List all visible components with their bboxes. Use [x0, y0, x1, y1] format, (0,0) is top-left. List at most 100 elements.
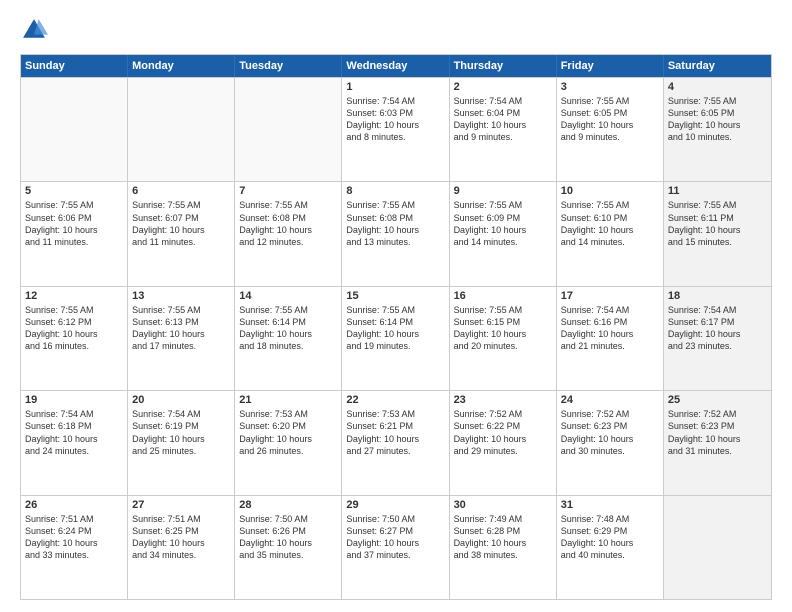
day-number: 2: [454, 81, 552, 93]
day-detail: Sunrise: 7:51 AMSunset: 6:25 PMDaylight:…: [132, 513, 230, 562]
day-detail: Sunrise: 7:55 AMSunset: 6:09 PMDaylight:…: [454, 199, 552, 248]
calendar-day-cell: 30Sunrise: 7:49 AMSunset: 6:28 PMDayligh…: [450, 496, 557, 599]
calendar-day-header: Tuesday: [235, 55, 342, 77]
calendar-week-row: 26 Sunrise: 7:51 AMSunset: 6:24 PMDayligh…: [21, 495, 771, 599]
calendar-day-cell: 12 Sunrise: 7:55 AMSunset: 6:12 PMDayligh…: [21, 287, 128, 390]
calendar-day-cell: 5 Sunrise: 7:55 AMSunset: 6:06 PMDaylight…: [21, 182, 128, 285]
calendar-day-cell: 26 Sunrise: 7:51 AMSunset: 6:24 PMDayligh…: [21, 496, 128, 599]
calendar-day-header: Wednesday: [342, 55, 449, 77]
calendar-week-row: 5 Sunrise: 7:55 AMSunset: 6:06 PMDaylight…: [21, 181, 771, 285]
day-detail: Sunrise: 7:54 AMSunset: 6:16 PMDaylight:…: [561, 304, 659, 353]
calendar-week-row: 1Sunrise: 7:54 AMSunset: 6:03 PMDaylight…: [21, 77, 771, 181]
calendar-day-cell: 31 Sunrise: 7:48 AMSunset: 6:29 PMDayligh…: [557, 496, 664, 599]
day-detail: Sunrise: 7:55 AMSunset: 6:05 PMDaylight:…: [668, 95, 767, 144]
calendar-week-row: 19 Sunrise: 7:54 AMSunset: 6:18 PMDayligh…: [21, 390, 771, 494]
calendar-day-header: Saturday: [664, 55, 771, 77]
calendar-day-cell: [664, 496, 771, 599]
day-number: 18: [668, 290, 767, 302]
day-detail: Sunrise: 7:55 AMSunset: 6:12 PMDaylight:…: [25, 304, 123, 353]
day-detail: Sunrise: 7:55 AMSunset: 6:13 PMDaylight:…: [132, 304, 230, 353]
day-number: 27: [132, 499, 230, 511]
day-number: 29: [346, 499, 444, 511]
day-detail: Sunrise: 7:54 AMSunset: 6:04 PMDaylight:…: [454, 95, 552, 144]
day-number: 13: [132, 290, 230, 302]
day-detail: Sunrise: 7:55 AMSunset: 6:14 PMDaylight:…: [239, 304, 337, 353]
day-number: 31: [561, 499, 659, 511]
calendar-day-cell: 23 Sunrise: 7:52 AMSunset: 6:22 PMDayligh…: [450, 391, 557, 494]
day-number: 1: [346, 81, 444, 93]
calendar-day-cell: 29 Sunrise: 7:50 AMSunset: 6:27 PMDayligh…: [342, 496, 449, 599]
day-detail: Sunrise: 7:55 AMSunset: 6:08 PMDaylight:…: [239, 199, 337, 248]
calendar-day-cell: 4 Sunrise: 7:55 AMSunset: 6:05 PMDaylight…: [664, 78, 771, 181]
day-number: 5: [25, 185, 123, 197]
calendar-day-cell: 8 Sunrise: 7:55 AMSunset: 6:08 PMDaylight…: [342, 182, 449, 285]
day-detail: Sunrise: 7:54 AMSunset: 6:18 PMDaylight:…: [25, 408, 123, 457]
day-number: 21: [239, 394, 337, 406]
day-detail: Sunrise: 7:52 AMSunset: 6:23 PMDaylight:…: [561, 408, 659, 457]
day-detail: Sunrise: 7:53 AMSunset: 6:20 PMDaylight:…: [239, 408, 337, 457]
day-detail: Sunrise: 7:55 AMSunset: 6:11 PMDaylight:…: [668, 199, 767, 248]
calendar-day-cell: 11 Sunrise: 7:55 AMSunset: 6:11 PMDayligh…: [664, 182, 771, 285]
day-number: 7: [239, 185, 337, 197]
day-number: 26: [25, 499, 123, 511]
calendar-day-cell: 16 Sunrise: 7:55 AMSunset: 6:15 PMDayligh…: [450, 287, 557, 390]
calendar-day-header: Thursday: [450, 55, 557, 77]
calendar-day-cell: 13 Sunrise: 7:55 AMSunset: 6:13 PMDayligh…: [128, 287, 235, 390]
calendar-header-row: SundayMondayTuesdayWednesdayThursdayFrid…: [21, 55, 771, 77]
day-number: 11: [668, 185, 767, 197]
calendar-day-cell: 17 Sunrise: 7:54 AMSunset: 6:16 PMDayligh…: [557, 287, 664, 390]
calendar: SundayMondayTuesdayWednesdayThursdayFrid…: [20, 54, 772, 600]
day-number: 22: [346, 394, 444, 406]
calendar-day-cell: 15Sunrise: 7:55 AMSunset: 6:14 PMDayligh…: [342, 287, 449, 390]
calendar-day-cell: 1Sunrise: 7:54 AMSunset: 6:03 PMDaylight…: [342, 78, 449, 181]
day-detail: Sunrise: 7:52 AMSunset: 6:23 PMDaylight:…: [668, 408, 767, 457]
calendar-body: 1Sunrise: 7:54 AMSunset: 6:03 PMDaylight…: [21, 77, 771, 599]
day-detail: Sunrise: 7:52 AMSunset: 6:22 PMDaylight:…: [454, 408, 552, 457]
logo: [20, 16, 52, 44]
day-number: 25: [668, 394, 767, 406]
calendar-day-header: Monday: [128, 55, 235, 77]
day-number: 28: [239, 499, 337, 511]
calendar-day-cell: 21 Sunrise: 7:53 AMSunset: 6:20 PMDayligh…: [235, 391, 342, 494]
day-number: 8: [346, 185, 444, 197]
day-detail: Sunrise: 7:54 AMSunset: 6:17 PMDaylight:…: [668, 304, 767, 353]
day-number: 6: [132, 185, 230, 197]
day-number: 30: [454, 499, 552, 511]
day-number: 16: [454, 290, 552, 302]
calendar-day-cell: 22Sunrise: 7:53 AMSunset: 6:21 PMDayligh…: [342, 391, 449, 494]
calendar-day-cell: 14Sunrise: 7:55 AMSunset: 6:14 PMDayligh…: [235, 287, 342, 390]
day-detail: Sunrise: 7:55 AMSunset: 6:10 PMDaylight:…: [561, 199, 659, 248]
day-number: 24: [561, 394, 659, 406]
calendar-day-cell: 10 Sunrise: 7:55 AMSunset: 6:10 PMDayligh…: [557, 182, 664, 285]
day-number: 19: [25, 394, 123, 406]
calendar-day-cell: 9Sunrise: 7:55 AMSunset: 6:09 PMDaylight…: [450, 182, 557, 285]
calendar-day-cell: [235, 78, 342, 181]
day-detail: Sunrise: 7:55 AMSunset: 6:15 PMDaylight:…: [454, 304, 552, 353]
day-detail: Sunrise: 7:50 AMSunset: 6:26 PMDaylight:…: [239, 513, 337, 562]
day-number: 3: [561, 81, 659, 93]
day-number: 12: [25, 290, 123, 302]
day-detail: Sunrise: 7:55 AMSunset: 6:06 PMDaylight:…: [25, 199, 123, 248]
calendar-day-cell: 19 Sunrise: 7:54 AMSunset: 6:18 PMDayligh…: [21, 391, 128, 494]
day-detail: Sunrise: 7:55 AMSunset: 6:05 PMDaylight:…: [561, 95, 659, 144]
day-number: 15: [346, 290, 444, 302]
calendar-day-cell: [128, 78, 235, 181]
calendar-day-cell: 6 Sunrise: 7:55 AMSunset: 6:07 PMDaylight…: [128, 182, 235, 285]
day-number: 23: [454, 394, 552, 406]
page: SundayMondayTuesdayWednesdayThursdayFrid…: [0, 0, 792, 612]
calendar-day-cell: 2 Sunrise: 7:54 AMSunset: 6:04 PMDaylight…: [450, 78, 557, 181]
calendar-day-cell: [21, 78, 128, 181]
day-detail: Sunrise: 7:54 AMSunset: 6:19 PMDaylight:…: [132, 408, 230, 457]
calendar-day-cell: 7 Sunrise: 7:55 AMSunset: 6:08 PMDaylight…: [235, 182, 342, 285]
day-number: 10: [561, 185, 659, 197]
day-detail: Sunrise: 7:51 AMSunset: 6:24 PMDaylight:…: [25, 513, 123, 562]
logo-icon: [20, 16, 48, 44]
day-detail: Sunrise: 7:50 AMSunset: 6:27 PMDaylight:…: [346, 513, 444, 562]
calendar-day-cell: 20Sunrise: 7:54 AMSunset: 6:19 PMDayligh…: [128, 391, 235, 494]
day-detail: Sunrise: 7:48 AMSunset: 6:29 PMDaylight:…: [561, 513, 659, 562]
calendar-week-row: 12 Sunrise: 7:55 AMSunset: 6:12 PMDayligh…: [21, 286, 771, 390]
day-detail: Sunrise: 7:55 AMSunset: 6:07 PMDaylight:…: [132, 199, 230, 248]
day-number: 4: [668, 81, 767, 93]
day-number: 17: [561, 290, 659, 302]
day-detail: Sunrise: 7:55 AMSunset: 6:08 PMDaylight:…: [346, 199, 444, 248]
